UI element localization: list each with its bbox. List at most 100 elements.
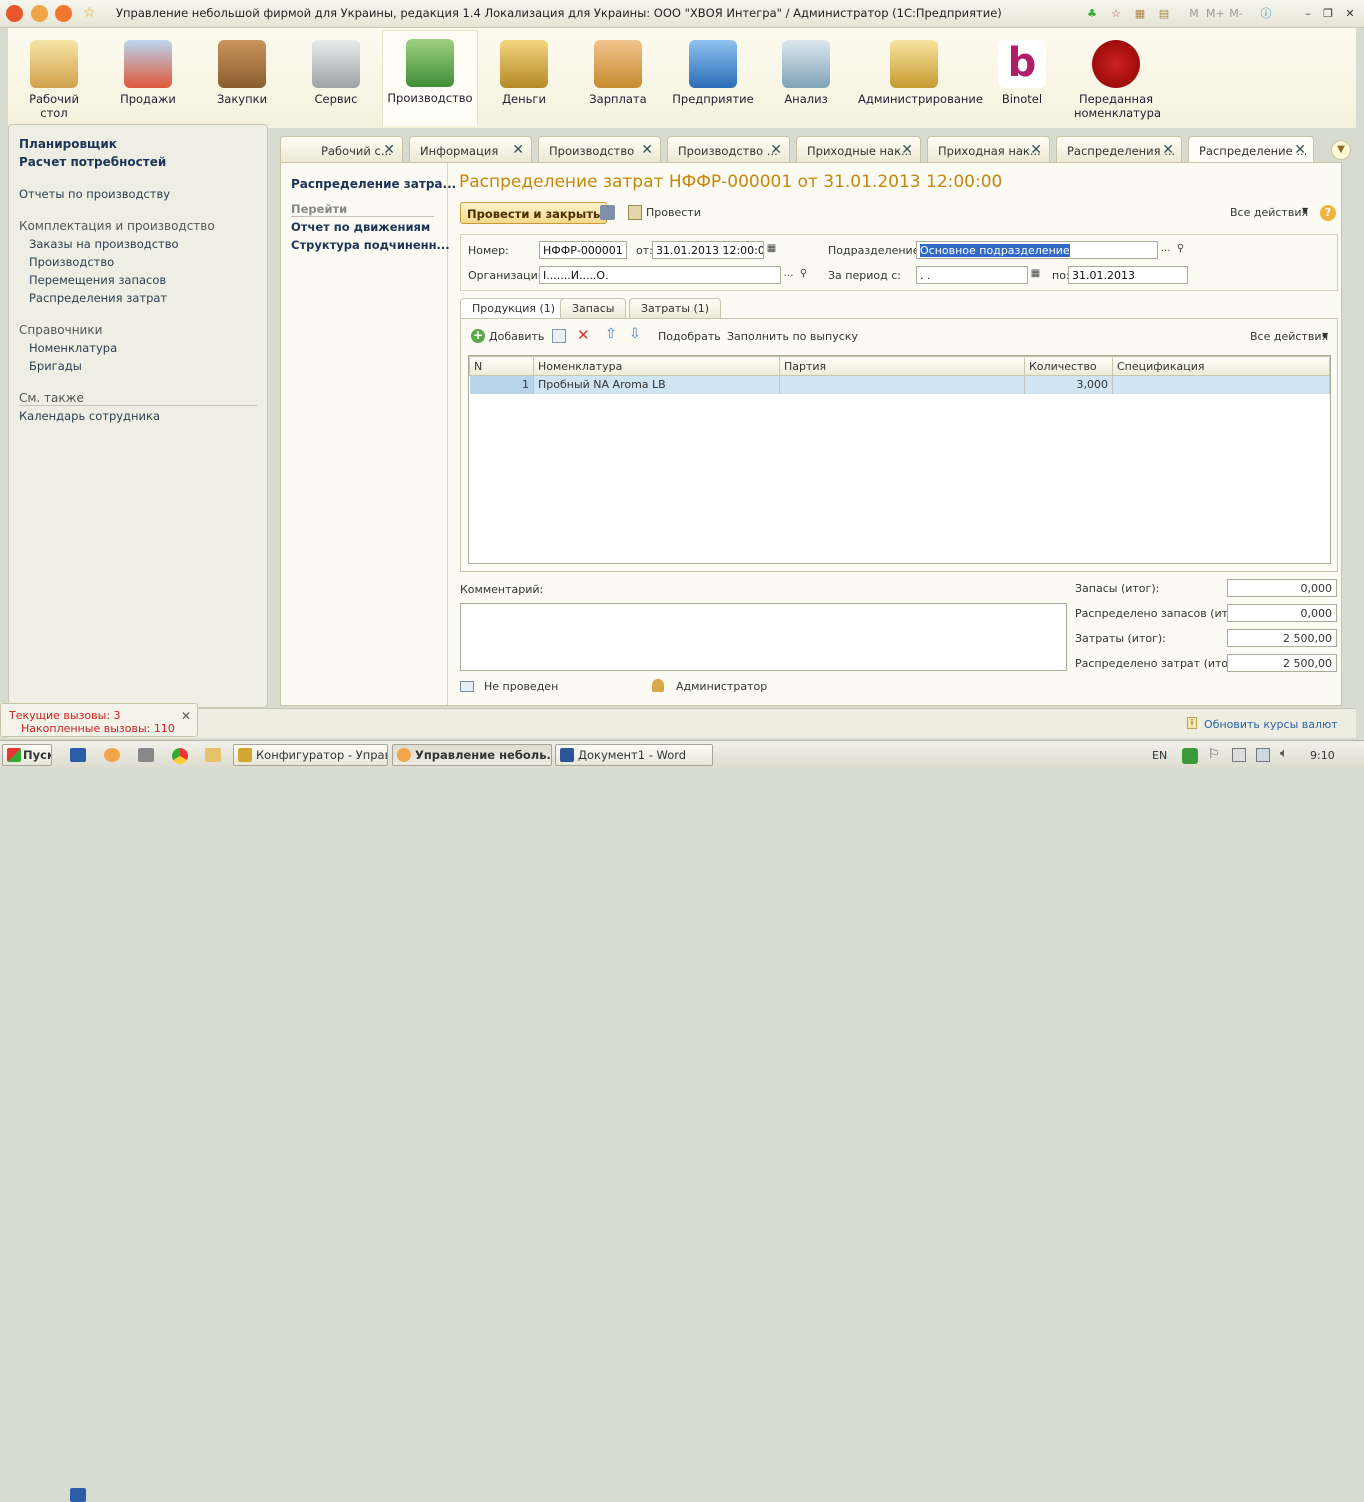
fill-by-output-button[interactable]: Заполнить по выпуску	[727, 330, 858, 343]
close-tab-icon[interactable]: ✕	[1030, 142, 1042, 158]
info-icon[interactable]: ⓘ	[1258, 6, 1274, 22]
close-window-icon[interactable]: ✕	[1342, 6, 1358, 22]
minimize-icon[interactable]: –	[1300, 6, 1316, 22]
select-button-icon[interactable]: …	[781, 266, 796, 282]
calendar-icon[interactable]: ▤	[1156, 6, 1172, 22]
period-from-field[interactable]: . .	[916, 266, 1028, 284]
tab-info[interactable]: Информация ✕	[409, 136, 532, 162]
start-button[interactable]: Пуск	[2, 744, 52, 766]
chrome-icon[interactable]	[172, 748, 188, 764]
clock[interactable]: 9:10	[1310, 749, 1335, 762]
cell-quantity[interactable]: 3,000	[1024, 375, 1113, 394]
help-icon[interactable]: ?	[1320, 205, 1336, 221]
task-word[interactable]: Документ1 - Word	[555, 744, 713, 766]
tab-receipts[interactable]: Приходные нак... ✕	[796, 136, 921, 162]
tab-allocation-active[interactable]: Распределение ... ✕	[1188, 136, 1314, 164]
close-tab-icon[interactable]: ✕	[383, 142, 395, 158]
calendar-picker-icon[interactable]: ▦	[764, 241, 779, 257]
pick-button[interactable]: Подобрать	[658, 330, 721, 343]
formnav-title[interactable]: Распределение затра...	[291, 177, 456, 191]
col-specification[interactable]: Спецификация	[1112, 356, 1330, 376]
section-enterprise[interactable]: Предприятие	[672, 32, 754, 124]
tab-production[interactable]: Производство ✕	[538, 136, 661, 162]
close-tab-icon[interactable]: ✕	[770, 142, 782, 158]
subtab-products[interactable]: Продукция (1)	[460, 298, 568, 320]
nav-stock-transfers[interactable]: Перемещения запасов	[29, 273, 166, 287]
date-field[interactable]: 31.01.2013 12:00:00	[652, 241, 764, 259]
grid-all-actions-button[interactable]: Все действия	[1250, 330, 1328, 343]
update-rates-link[interactable]: Обновить курсы валют	[1204, 718, 1338, 731]
mem-minus-button[interactable]: M-	[1228, 6, 1244, 22]
task-1c-enterprise[interactable]: Управление неболь...	[392, 744, 552, 766]
calculator-icon[interactable]: ▦	[1132, 6, 1148, 22]
search-icon[interactable]: ⚲	[1173, 241, 1188, 257]
powershell-icon[interactable]	[70, 1488, 86, 1502]
close-calls-icon[interactable]: ✕	[181, 709, 191, 723]
tray-network-icon[interactable]	[1256, 748, 1270, 762]
close-tab-icon[interactable]: ✕	[1294, 142, 1306, 158]
nav-employee-calendar[interactable]: Календарь сотрудника	[19, 409, 160, 423]
organization-field[interactable]: I.......И.....О.	[539, 266, 781, 284]
cell-nomenclature[interactable]: Пробный NA Aroma LB	[533, 375, 780, 394]
calendar-picker-icon[interactable]: ▦	[1028, 266, 1043, 282]
copy-row-icon[interactable]	[552, 329, 566, 343]
menu-icon[interactable]	[31, 5, 48, 22]
move-down-icon[interactable]: ⇩	[629, 326, 641, 342]
col-nomenclature[interactable]: Номенклатура	[533, 356, 780, 376]
tabs-list-icon[interactable]: ▼	[1331, 140, 1351, 160]
nav-production-reports[interactable]: Отчеты по производству	[19, 187, 170, 201]
tray-volume-icon[interactable]: 🔈︎	[1280, 746, 1288, 761]
close-tab-icon[interactable]: ✕	[1162, 142, 1174, 158]
nav-brigades[interactable]: Бригады	[29, 359, 82, 373]
search-icon[interactable]: ⚲	[796, 266, 811, 282]
table-row[interactable]: 1 Пробный NA Aroma LB 3,000	[469, 375, 1330, 394]
close-tab-icon[interactable]: ✕	[512, 142, 524, 158]
save-icon[interactable]	[600, 205, 615, 220]
tab-production-2[interactable]: Производство ... ✕	[667, 136, 790, 162]
move-up-icon[interactable]: ⇧	[605, 326, 617, 342]
col-quantity[interactable]: Количество	[1024, 356, 1113, 376]
section-desktop[interactable]: Рабочий стол	[14, 32, 94, 124]
section-money[interactable]: Деньги	[484, 32, 564, 124]
tray-device-icon[interactable]	[1232, 748, 1246, 762]
number-field[interactable]: НФФР-000001	[539, 241, 627, 259]
history-icon[interactable]	[55, 5, 72, 22]
add-row-button[interactable]: Добавить	[489, 330, 544, 343]
section-purchases[interactable]: Закупки	[202, 32, 282, 124]
back-icon[interactable]: ♣	[1084, 6, 1100, 22]
section-service[interactable]: Сервис	[296, 32, 376, 124]
subtab-stocks[interactable]: Запасы	[560, 298, 627, 318]
period-to-field[interactable]: 31.01.2013	[1068, 266, 1188, 284]
restore-icon[interactable]: ❐	[1320, 6, 1336, 22]
cell-specification[interactable]	[1112, 375, 1330, 394]
nav-production[interactable]: Производство	[29, 255, 114, 269]
section-binotel[interactable]: b Binotel	[982, 32, 1062, 124]
section-analysis[interactable]: Анализ	[766, 32, 846, 124]
powershell-icon[interactable]	[70, 748, 86, 762]
language-indicator[interactable]: EN	[1152, 749, 1167, 762]
nav-nomenclature[interactable]: Номенклатура	[29, 341, 117, 355]
nav-demand-calc[interactable]: Расчет потребностей	[19, 155, 166, 169]
cell-n[interactable]: 1	[469, 375, 534, 394]
bookmark-icon[interactable]: ☆	[1108, 6, 1124, 22]
task-configurator[interactable]: Конфигуратор - Управ...	[233, 744, 388, 766]
tab-desktop[interactable]: Рабочий с... ✕	[280, 136, 403, 162]
post-and-close-button[interactable]: Провести и закрыть	[460, 202, 608, 224]
section-administration[interactable]: Администрирование	[858, 32, 983, 124]
network-icon[interactable]	[138, 748, 154, 762]
nav-planner[interactable]: Планировщик	[19, 137, 117, 151]
nav-production-orders[interactable]: Заказы на производство	[29, 237, 179, 251]
section-production[interactable]: Производство	[382, 30, 478, 126]
department-field[interactable]: Основное подразделение	[916, 241, 1158, 259]
select-button-icon[interactable]: …	[1158, 241, 1173, 257]
formnav-subordination[interactable]: Структура подчиненн...	[291, 238, 450, 252]
nav-cost-allocations[interactable]: Распределения затрат	[29, 291, 167, 305]
section-sales[interactable]: Продажи	[108, 32, 188, 124]
close-tab-icon[interactable]: ✕	[641, 142, 653, 158]
tab-allocations[interactable]: Распределения ... ✕	[1056, 136, 1182, 162]
post-button[interactable]: Провести	[646, 206, 701, 219]
1c-logo-icon[interactable]	[6, 5, 23, 22]
col-batch[interactable]: Партия	[779, 356, 1025, 376]
favorites-star-icon[interactable]: ☆	[83, 5, 100, 22]
formnav-movements-report[interactable]: Отчет по движениям	[291, 220, 430, 234]
